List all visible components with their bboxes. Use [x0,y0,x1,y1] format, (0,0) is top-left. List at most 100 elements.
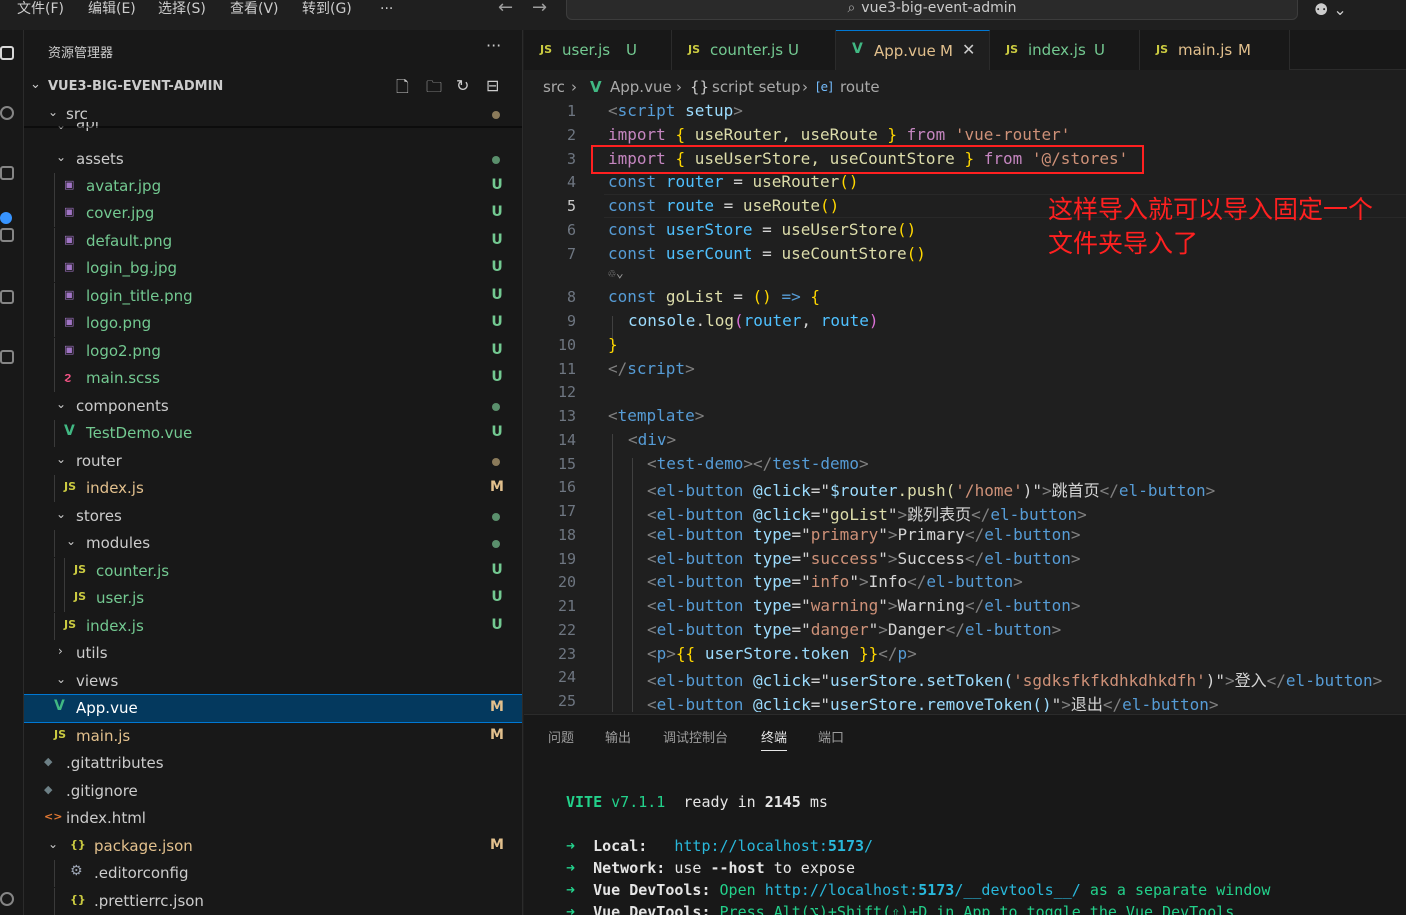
search-icon[interactable] [0,106,14,120]
menu-file[interactable]: 文件(F) [17,0,64,18]
tree-item-label: TestDemo.vue [86,424,193,442]
tree-file-gitignore[interactable]: ◆ .gitignore [24,778,522,805]
menu-view[interactable]: 查看(V) [230,0,279,18]
copilot-icon[interactable]: ⚉ ⌄ [1314,0,1347,19]
chevron-down-icon: ⌄ [56,672,67,686]
code-line: <el-button @click="goList">跳列表页</el-butt… [647,505,1087,524]
bottom-panel: 问题 输出 调试控制台 终端 端口 VITE v7.1.1 ready in 2… [524,714,1406,915]
chevron-down-icon: ⌄ [56,452,67,466]
tree-file-router-index-js[interactable]: JS index.js M [24,475,522,502]
tree-file-login-bg[interactable]: ▣ login_bg.jpg U [24,255,522,282]
tree-file-stores-index-js[interactable]: JS index.js U [24,613,522,640]
breadcrumb-src[interactable]: src [543,78,565,96]
source-control-badge [0,212,12,224]
panel-tab-problems[interactable]: 问题 [548,727,574,746]
tree-folder-stores[interactable]: ⌄ stores [24,503,522,530]
project-header[interactable]: ⌄ VUE3-BIG-EVENT-ADMIN 🗋 🗀 ↻ ⊟ [24,74,522,103]
tree-file-index-html[interactable]: <> index.html [24,805,522,832]
new-file-icon[interactable]: 🗋 [396,76,409,103]
tree-file-login-title[interactable]: ▣ login_title.png U [24,283,522,310]
scss-icon: ϩ [64,370,72,383]
image-icon: ▣ [64,343,75,356]
tree-folder-router[interactable]: ⌄ router [24,448,522,475]
panel-tab-debug-console[interactable]: 调试控制台 [663,727,728,746]
vue-icon: V [852,41,863,57]
tree-item-label: login_title.png [86,287,193,305]
tree-file-counter-js[interactable]: JS counter.js U [24,558,522,585]
tab-counter-js[interactable]: JS counter.js U [672,30,836,70]
tree-file-logo-png[interactable]: ▣ logo.png U [24,310,522,337]
tree-file-testdemo-vue[interactable]: V TestDemo.vue U [24,420,522,447]
tree-file-editorconfig[interactable]: ⚙ .editorconfig [24,860,522,887]
collapse-all-icon[interactable]: ⊟ [486,76,499,95]
image-icon: ▣ [64,315,75,328]
code-editor[interactable]: 1 2 3 4 5 6 7 8 9 10 11 12 13 14 15 16 1… [524,100,1406,712]
tree-file-cover-jpg[interactable]: ▣ cover.jpg U [24,200,522,227]
tab-main-js[interactable]: JS main.js M [1140,30,1290,70]
menu-more[interactable]: ··· [380,0,393,18]
tab-index-js[interactable]: JS index.js U [990,30,1140,70]
tree-item-label: stores [76,507,122,525]
tree-file-user-js[interactable]: JS user.js U [24,585,522,612]
source-control-icon[interactable] [0,166,14,180]
panel-tab-terminal[interactable]: 终端 [761,727,788,751]
code-line: const userStore = useUserStore() [608,220,917,239]
tree-file-gitattributes[interactable]: ◆ .gitattributes [24,750,522,777]
panel-tab-ports[interactable]: 端口 [818,727,844,746]
tree-file-package-json[interactable]: ⌄ {} package.json M [24,833,522,860]
braces-icon: {} [690,78,710,96]
breadcrumb-route[interactable]: route [840,78,880,96]
code-line: <el-button type="primary">Primary</el-bu… [647,525,1081,544]
tab-app-vue[interactable]: V App.vue M ✕ [836,30,990,70]
menu-goto[interactable]: 转到(G) [302,0,352,18]
run-debug-icon[interactable] [0,228,14,242]
tree-file-prettierrc[interactable]: {} .prettierrc.json [24,888,522,915]
tab-user-js[interactable]: JS user.js U [524,30,672,70]
tree-file-logo2-png[interactable]: ▣ logo2.png U [24,338,522,365]
image-icon: ▣ [64,178,75,191]
git-status: U [491,617,503,633]
forward-arrow-icon[interactable]: → [532,0,547,18]
refresh-icon[interactable]: ↻ [456,76,469,95]
line-number: 16 [557,478,576,496]
tree-folder-components[interactable]: ⌄ components [24,393,522,420]
remote-icon[interactable] [0,350,14,364]
tree-item-label: .gitattributes [66,754,164,772]
tree-folder-modules[interactable]: ⌄ modules [24,530,522,557]
code-line: <el-button @click="$router.push('/home')… [647,481,1216,500]
code-line: <el-button @click="userStore.setToken('s… [647,671,1383,690]
explorer-icon[interactable] [0,46,14,60]
tree-folder-views[interactable]: ⌄ views [24,668,522,695]
tree-file-main-scss[interactable]: ϩ main.scss U [24,365,522,392]
tree-file-avatar-jpg[interactable]: ▣ avatar.jpg U [24,173,522,200]
breadcrumb-script-setup[interactable]: script setup [712,78,801,96]
codelens-icon[interactable]: ♲⌄ [608,266,624,281]
terminal-line-devtools: ➜ Vue DevTools: Open http://localhost:51… [566,881,1271,899]
tree-file-main-js[interactable]: JS main.js M [24,723,522,750]
git-status: U [491,232,503,248]
panel-tab-output[interactable]: 输出 [605,727,631,746]
annotation-highlight-box [591,145,1144,174]
close-icon[interactable]: ✕ [962,40,975,59]
new-folder-icon[interactable]: 🗀 [426,76,442,103]
git-status: U [491,562,503,578]
sidebar-more-icon[interactable]: ··· [486,36,501,55]
git-icon: ◆ [44,783,53,796]
git-status: U [491,369,503,385]
command-center-text: vue3-big-event-admin [861,0,1017,16]
line-number: 4 [566,173,576,191]
tree-file-default-png[interactable]: ▣ default.png U [24,228,522,255]
command-center[interactable]: ⌕ vue3-big-event-admin [566,0,1298,20]
tree-folder-utils[interactable]: › utils [24,640,522,667]
extensions-icon[interactable] [0,290,14,304]
javascript-icon: JS [64,480,77,493]
tree-file-app-vue[interactable]: V App.vue M [24,694,522,723]
tree-folder-assets[interactable]: ⌄ assets [24,146,522,173]
back-arrow-icon[interactable]: ← [498,0,513,18]
breadcrumb-app-vue[interactable]: App.vue [610,78,672,96]
line-number: 14 [557,431,576,449]
gear-icon: ⚙ [70,863,83,879]
account-icon[interactable] [0,892,14,906]
menu-edit[interactable]: 编辑(E) [88,0,136,18]
menu-select[interactable]: 选择(S) [158,0,206,18]
